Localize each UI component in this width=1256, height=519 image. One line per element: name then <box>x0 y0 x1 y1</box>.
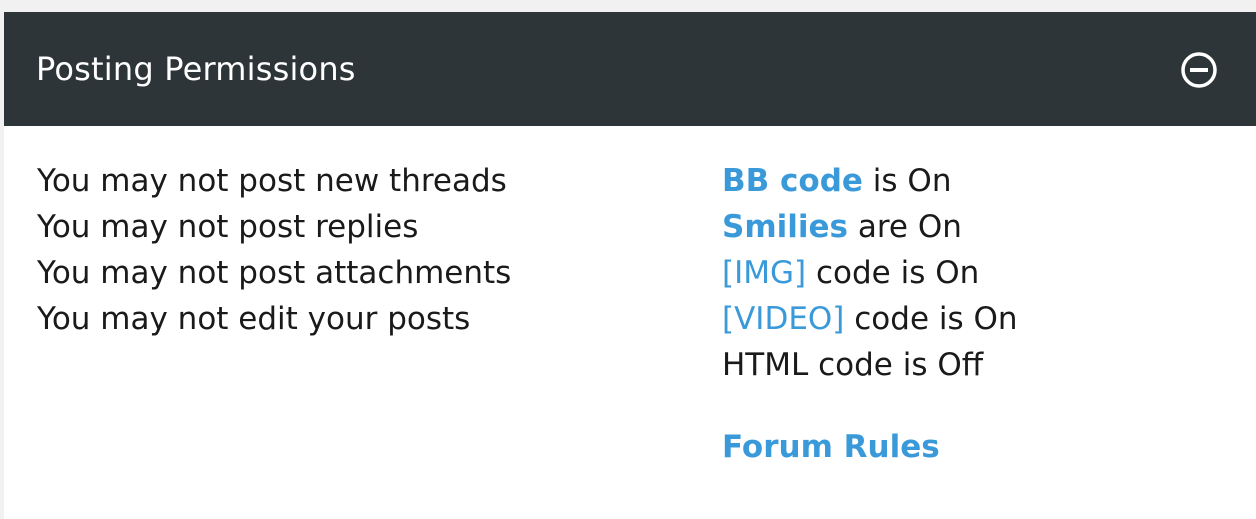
panel-header: Posting Permissions <box>4 12 1256 126</box>
setting-status: HTML code is Off <box>722 347 984 383</box>
setting-img: [IMG] code is On <box>722 250 1018 296</box>
bbcode-link[interactable]: BB code <box>722 163 863 199</box>
permission-item: You may not edit your posts <box>37 301 471 337</box>
forum-rules-link[interactable]: Forum Rules <box>722 424 940 470</box>
panel-title: Posting Permissions <box>36 50 356 88</box>
setting-smilies: Smilies are On <box>722 204 1018 250</box>
permission-item: You may not post replies <box>37 209 419 245</box>
setting-status: are On <box>847 209 962 245</box>
img-code-link[interactable]: [IMG] <box>722 255 806 291</box>
permission-item: You may not post attachments <box>37 255 512 291</box>
settings-list: BB code is On Smilies are On [IMG] code … <box>722 158 1018 388</box>
setting-status: code is On <box>844 301 1018 337</box>
video-code-link[interactable]: [VIDEO] <box>722 301 844 337</box>
permission-item: You may not post new threads <box>37 163 507 199</box>
collapse-button[interactable] <box>1179 50 1219 90</box>
posting-permissions-panel: Posting Permissions You may not post new… <box>4 12 1256 519</box>
setting-html: HTML code is Off <box>722 342 1018 388</box>
setting-status: is On <box>862 163 952 199</box>
setting-bbcode: BB code is On <box>722 158 1018 204</box>
permissions-list: You may not post new threads You may not… <box>37 158 511 342</box>
setting-video: [VIDEO] code is On <box>722 296 1018 342</box>
minus-circle-icon <box>1181 52 1217 88</box>
smilies-link[interactable]: Smilies <box>722 209 848 245</box>
setting-status: code is On <box>806 255 980 291</box>
